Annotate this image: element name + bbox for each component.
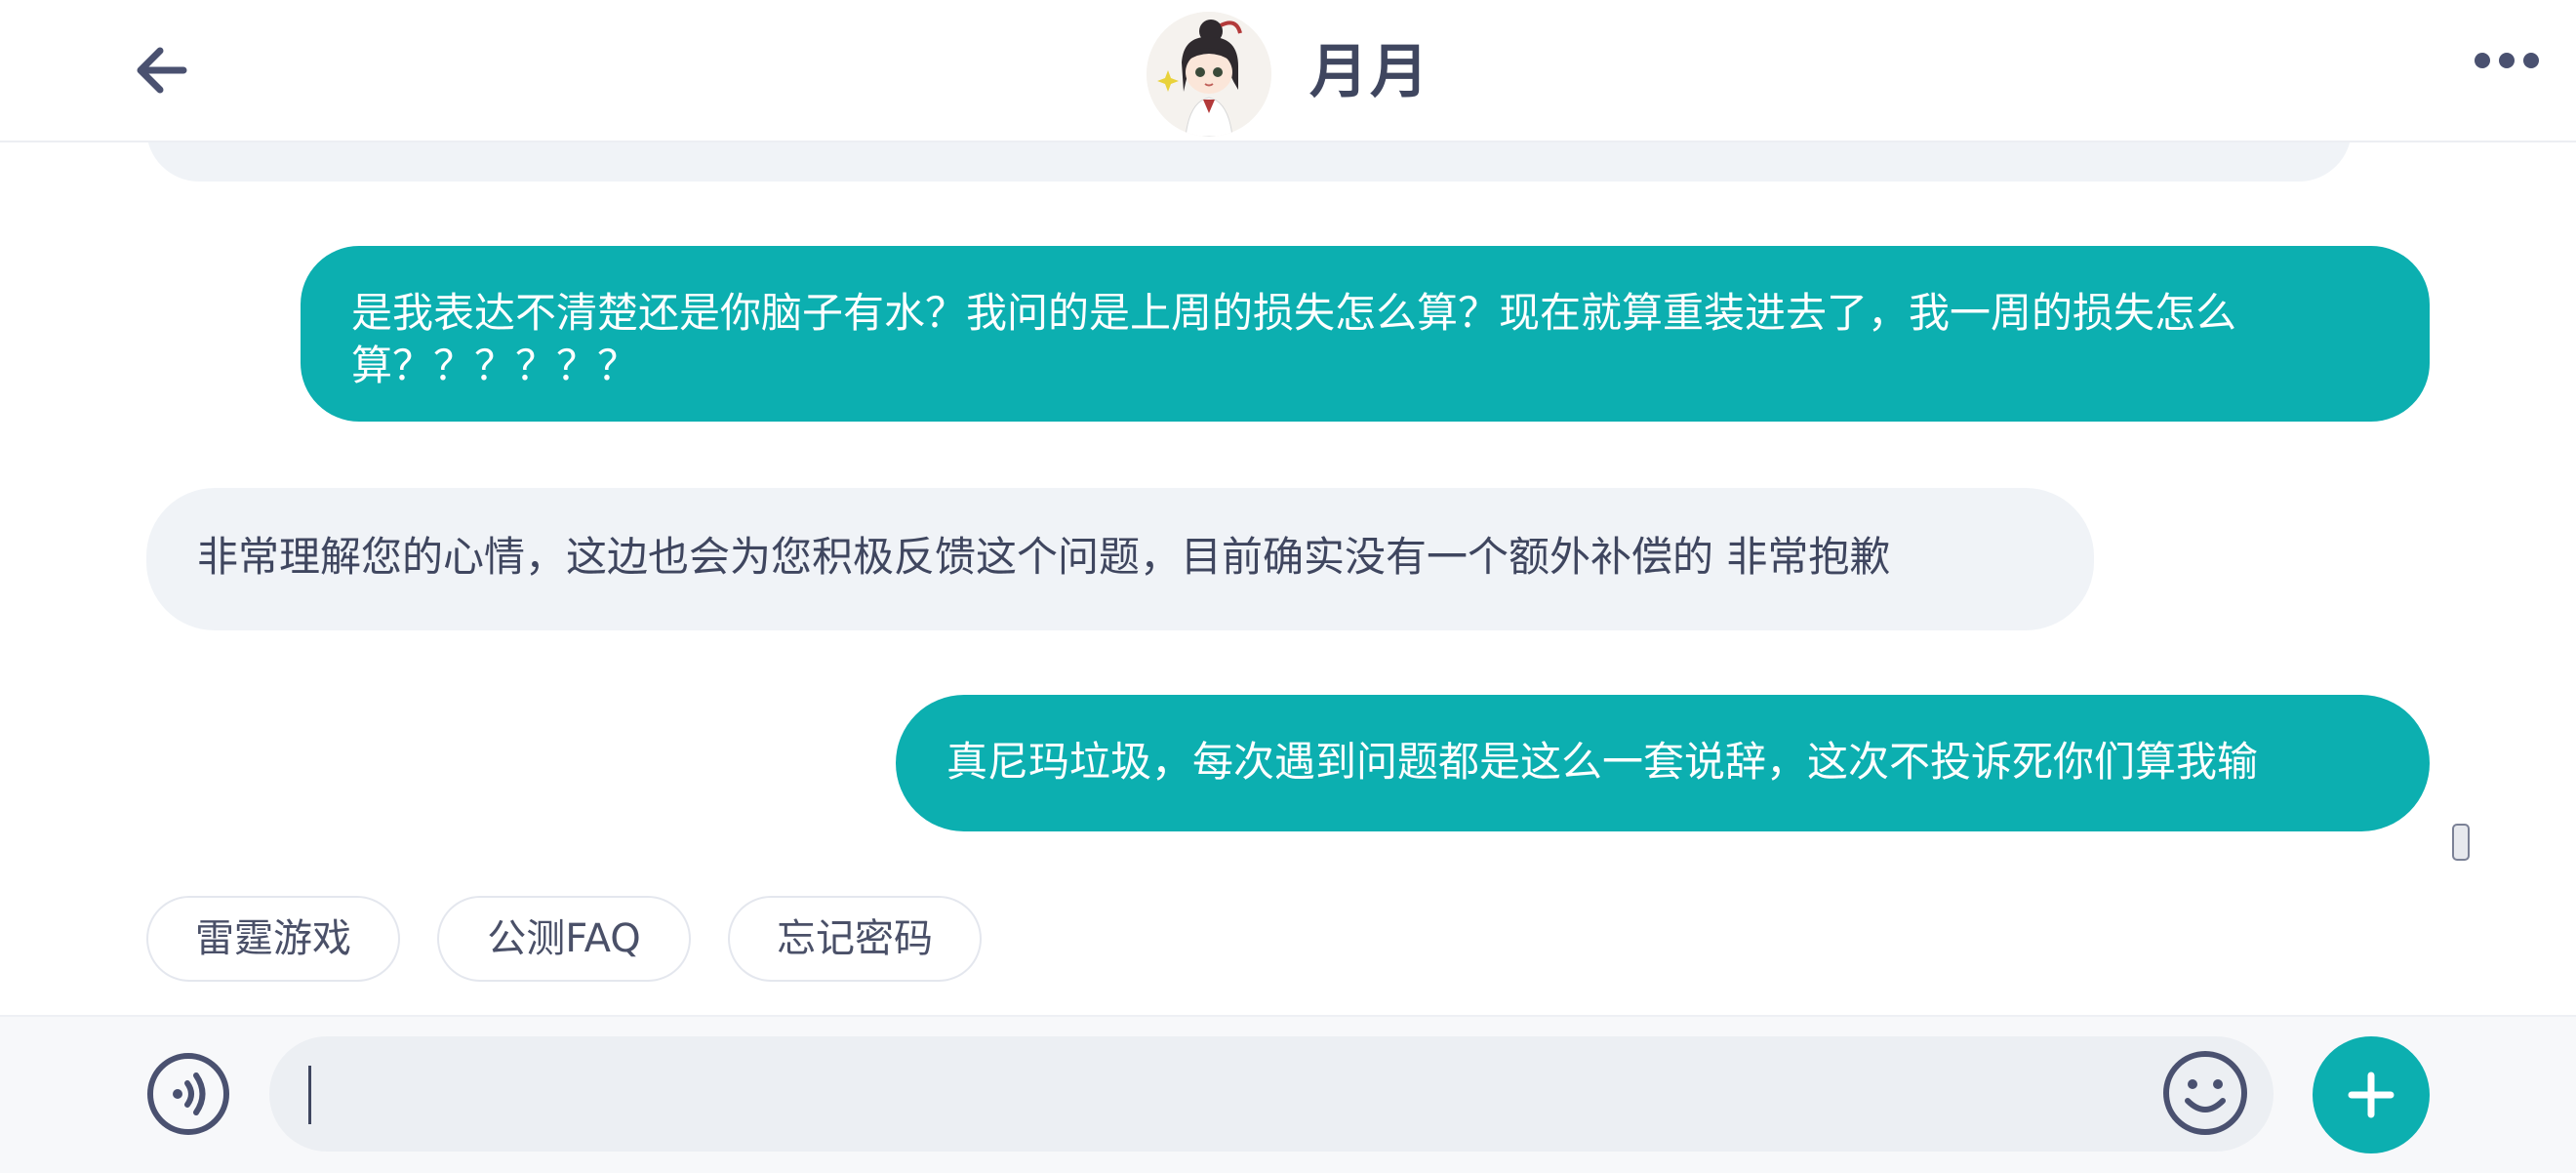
voice-icon: [147, 1053, 229, 1135]
more-horizontal-icon: [2475, 53, 2490, 68]
input-bar: [0, 1015, 2576, 1173]
more-dot: [2523, 53, 2539, 68]
back-button[interactable]: [127, 35, 197, 105]
arrow-left-icon: [137, 47, 187, 94]
user-message-bubble: 是我表达不清楚还是你脑子有水？我问的是上周的损失怎么算？现在就算重装进去了，我一…: [301, 246, 2430, 422]
emoji-button[interactable]: [2160, 1048, 2250, 1138]
quick-reply-chip[interactable]: 雷霆游戏: [146, 896, 400, 982]
voice-button[interactable]: [146, 1052, 230, 1136]
plus-icon: [2348, 1072, 2395, 1118]
avatar[interactable]: [1147, 12, 1271, 137]
user-message-bubble: 真尼玛垃圾，每次遇到问题都是这么一套说辞，这次不投诉死你们算我输: [896, 695, 2430, 831]
more-button[interactable]: [2475, 53, 2549, 88]
more-dot: [2499, 53, 2515, 68]
previous-message-bubble: [146, 141, 2352, 182]
add-button[interactable]: [2313, 1036, 2430, 1153]
agent-message-bubble: 非常理解您的心情，这边也会为您积极反馈这个问题，目前确实没有一个额外补偿的 非常…: [146, 488, 2094, 630]
scrollbar-thumb[interactable]: [2452, 824, 2470, 861]
quick-reply-chip[interactable]: 公测FAQ: [437, 896, 691, 982]
text-caret: [308, 1066, 311, 1124]
chat-header: 月月: [0, 0, 2576, 142]
message-input[interactable]: [269, 1036, 2274, 1152]
chat-title: 月月: [1309, 38, 1430, 106]
quick-reply-chip[interactable]: 忘记密码: [728, 896, 982, 982]
message-list[interactable]: 是我表达不清楚还是你脑子有水？我问的是上周的损失怎么算？现在就算重装进去了，我一…: [0, 141, 2576, 1015]
anime-girl-avatar: [1147, 12, 1271, 137]
emoji-icon: [2163, 1051, 2247, 1135]
